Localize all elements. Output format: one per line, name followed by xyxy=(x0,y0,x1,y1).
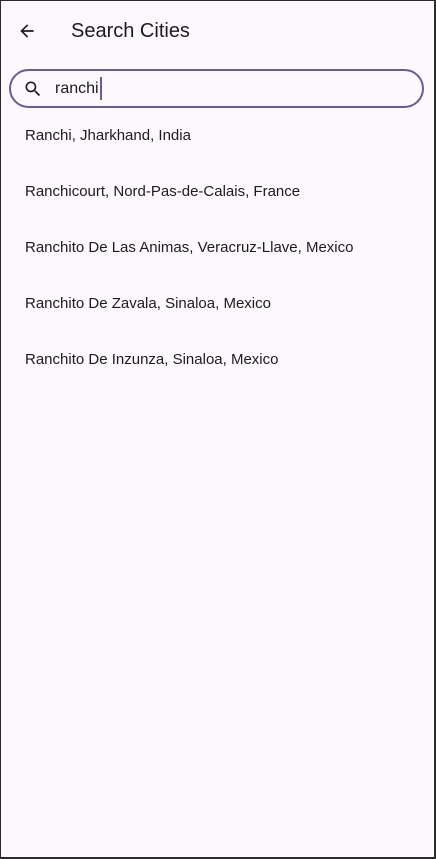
search-icon xyxy=(25,81,41,97)
back-button[interactable] xyxy=(11,15,43,47)
search-input[interactable] xyxy=(55,77,395,101)
page-title: Search Cities xyxy=(71,20,190,42)
search-field[interactable] xyxy=(9,69,424,108)
search-cities-screen: Search Cities Ranchi, Jharkhand, IndiaRa… xyxy=(1,1,434,857)
list-item[interactable]: Ranchi, Jharkhand, India xyxy=(1,107,434,163)
arrow-left-icon xyxy=(20,24,34,38)
text-caret xyxy=(99,77,102,100)
list-item[interactable]: Ranchito De Inzunza, Sinaloa, Mexico xyxy=(1,331,434,387)
app-bar: Search Cities xyxy=(1,1,434,61)
list-item[interactable]: Ranchito De Zavala, Sinaloa, Mexico xyxy=(1,275,434,331)
list-item[interactable]: Ranchicourt, Nord-Pas-de-Calais, France xyxy=(1,163,434,219)
results-list: Ranchi, Jharkhand, India Ranchicourt, Nor… xyxy=(1,107,434,387)
list-item[interactable]: Ranchito De Las Animas, Veracruz-Llave, … xyxy=(1,219,434,275)
